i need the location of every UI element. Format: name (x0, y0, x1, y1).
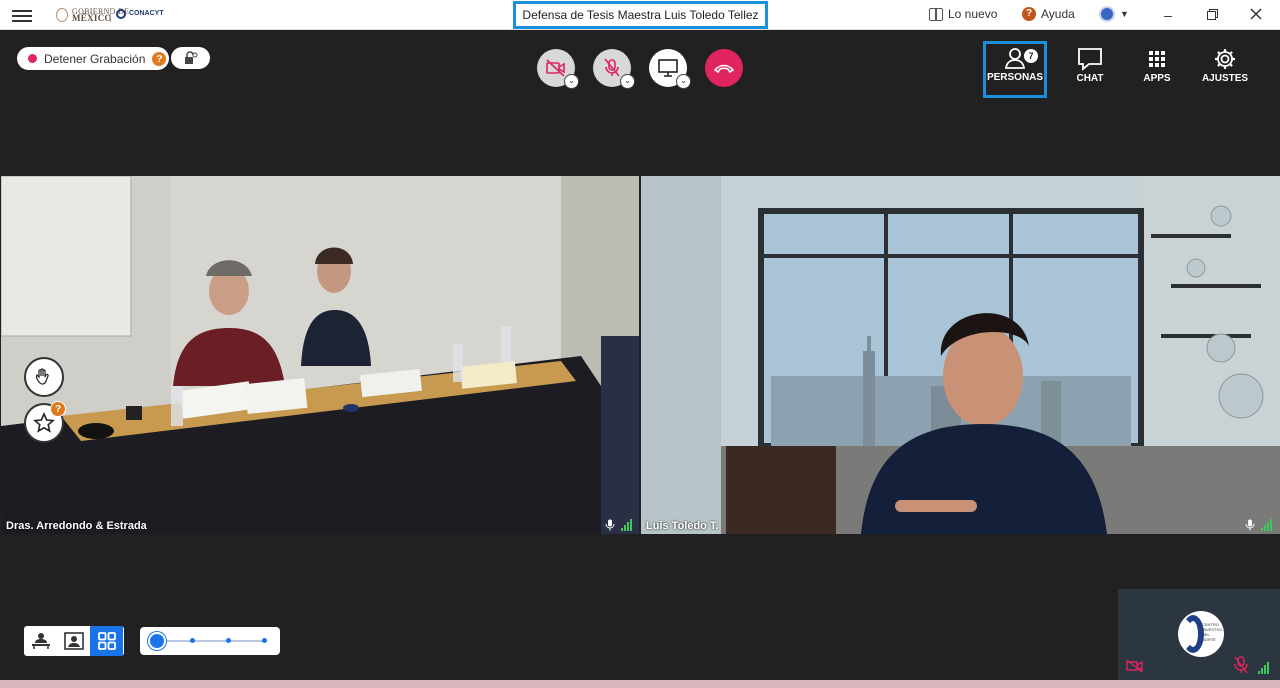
globe-icon (1099, 6, 1115, 22)
hang-up-button[interactable] (705, 49, 743, 87)
reactions-help-badge[interactable]: ? (50, 401, 66, 417)
self-view-tile[interactable]: CENTRO INVESTIGACIÓN DEL NORTE (1118, 589, 1280, 680)
chat-icon (1078, 48, 1102, 71)
minimize-button[interactable]: – (1158, 5, 1178, 25)
settings-button[interactable]: AJUSTES (1193, 45, 1257, 95)
signal-strength-icon (621, 519, 632, 531)
video-tile-arredondo-estrada[interactable]: Dras. Arredondo & Estrada (1, 176, 639, 534)
hand-wave-icon (36, 368, 49, 385)
signal-strength-icon (1258, 662, 1269, 674)
chat-button[interactable]: CHAT (1058, 45, 1122, 95)
help-icon: ? (1022, 7, 1036, 21)
gift-icon (929, 7, 943, 21)
apps-grid-icon (1149, 51, 1165, 67)
os-taskbar (0, 680, 1280, 688)
camera-off-icon (1126, 659, 1143, 673)
participant-name: Luis Toledo T. (646, 520, 719, 532)
video-tile-luis-toledo[interactable]: Luis Toledo T. (641, 176, 1280, 534)
participant-name: Dras. Arredondo & Estrada (6, 520, 147, 532)
conacyt-logo-icon (116, 9, 126, 19)
mic-icon (1245, 519, 1255, 531)
stop-recording-label: Detener Grabación (44, 51, 146, 66)
apps-button[interactable]: APPS (1125, 45, 1189, 95)
close-icon (1250, 8, 1262, 20)
help-label: Ayuda (1041, 7, 1075, 21)
tile-size-slider[interactable] (140, 627, 280, 655)
grid-view-button[interactable] (90, 626, 123, 656)
help-button[interactable]: ? Ayuda (1022, 7, 1075, 21)
people-label: PERSONAS (986, 72, 1044, 83)
language-button[interactable]: ▼ (1099, 6, 1129, 22)
people-count-badge: 7 (1024, 49, 1038, 63)
presenter-icon (31, 633, 50, 649)
stop-recording-button[interactable]: Detener Grabación ? (17, 47, 169, 70)
hang-up-icon (713, 64, 735, 74)
chevron-down-icon: ▼ (1120, 9, 1129, 19)
camera-options-chevron-icon[interactable]: ⌄ (564, 74, 579, 89)
view-mode-switch (24, 626, 124, 656)
speaker-icon (63, 632, 84, 650)
monitor-icon (658, 59, 678, 77)
title-bar: GOBIERNO DE MÉXICO CONACYT Defensa de Te… (0, 0, 1280, 30)
slider-handle[interactable] (148, 632, 166, 650)
lock-icon (184, 51, 197, 64)
menu-icon[interactable] (12, 8, 32, 22)
lock-button[interactable] (171, 47, 210, 69)
conacyt-logo: CONACYT (129, 10, 164, 17)
chat-label: CHAT (1076, 73, 1104, 84)
raise-hand-button[interactable] (24, 357, 64, 397)
slider-tick (190, 638, 195, 643)
camera-toggle-button[interactable]: ⌄ (537, 49, 579, 89)
reactions-button[interactable]: ? (24, 401, 66, 443)
logo-divider (110, 8, 111, 22)
institution-logo-text: CENTRO INVESTIGACIÓN DEL NORTE (1202, 622, 1222, 642)
signal-strength-icon (1261, 519, 1272, 531)
slider-tick (262, 638, 267, 643)
recording-help-badge[interactable]: ? (151, 50, 168, 67)
grid-icon (97, 632, 116, 650)
slider-tick (226, 638, 231, 643)
settings-label: AJUSTES (1201, 73, 1249, 84)
gov-emblem-icon (56, 8, 68, 22)
mic-options-chevron-icon[interactable]: ⌄ (620, 74, 635, 89)
speaker-view-button[interactable] (57, 626, 90, 656)
slider-track[interactable] (158, 640, 266, 642)
whats-new-label: Lo nuevo (948, 7, 998, 21)
restore-button[interactable] (1202, 5, 1222, 25)
apps-label: APPS (1143, 73, 1171, 84)
mic-icon (605, 519, 615, 531)
restore-icon (1206, 9, 1218, 20)
institution-logo: CENTRO INVESTIGACIÓN DEL NORTE (1178, 611, 1224, 657)
mic-off-icon (604, 58, 620, 77)
presenter-view-button[interactable] (24, 626, 57, 656)
recording-dot-icon (28, 54, 37, 63)
whats-new-button[interactable]: Lo nuevo (929, 7, 997, 21)
video-feed-room (1, 176, 639, 534)
star-icon (33, 412, 55, 433)
camera-off-icon (546, 59, 565, 77)
mic-toggle-button[interactable]: ⌄ (593, 49, 635, 89)
video-feed-office (641, 176, 1280, 534)
meeting-title[interactable]: Defensa de Tesis Maestra Luis Toledo Tel… (513, 1, 768, 29)
screen-share-button[interactable]: ⌄ (649, 49, 691, 89)
mic-off-icon (1234, 656, 1248, 674)
close-button[interactable] (1246, 5, 1266, 25)
people-button[interactable]: 7 PERSONAS (983, 41, 1047, 98)
gear-icon (1215, 49, 1235, 69)
share-options-chevron-icon[interactable]: ⌄ (676, 74, 691, 89)
